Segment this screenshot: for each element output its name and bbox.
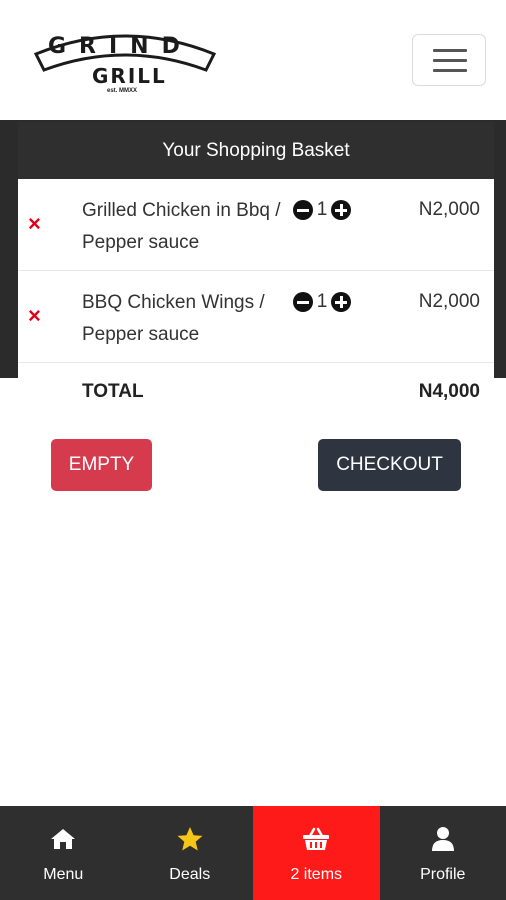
logo-line-2: GRILL: [92, 64, 167, 88]
decrease-quantity-icon[interactable]: [293, 200, 313, 220]
home-icon: [49, 826, 77, 852]
basket-item-row: × Grilled Chicken in Bbq / Pepper sauce …: [18, 179, 494, 271]
hamburger-icon: [433, 49, 467, 52]
nav-item-deals[interactable]: Deals: [127, 806, 254, 900]
basket-item-row: × BBQ Chicken Wings / Pepper sauce 1 N2,…: [18, 271, 494, 363]
basket-total-row: TOTAL N4,000: [18, 363, 494, 423]
decrease-quantity-icon[interactable]: [293, 292, 313, 312]
total-value: N4,000: [418, 381, 480, 402]
item-name: BBQ Chicken Wings / Pepper sauce: [82, 292, 265, 345]
shopping-basket-card: Your Shopping Basket × Grilled Chicken i…: [18, 122, 494, 424]
grind-grill-logo[interactable]: GRIND GRILL est. MMXX: [30, 24, 220, 100]
app-header: GRIND GRILL est. MMXX: [0, 0, 506, 121]
increase-quantity-icon[interactable]: [331, 292, 351, 312]
basket-icon: [301, 826, 331, 852]
nav-label-menu: Menu: [43, 866, 84, 883]
nav-label-profile: Profile: [420, 866, 466, 883]
logo-line-1: GRIND: [48, 34, 193, 59]
hamburger-icon-bar: [433, 69, 467, 72]
hamburger-menu-button[interactable]: [412, 34, 486, 86]
quantity-stepper: 1: [293, 291, 351, 313]
quantity-value: 1: [316, 291, 328, 312]
empty-basket-button[interactable]: EMPTY: [51, 439, 152, 491]
item-price: N2,000: [418, 199, 480, 220]
nav-label-deals: Deals: [169, 866, 211, 883]
bottom-navigation: Menu Deals 2 items Profile: [0, 806, 506, 900]
logo-tagline: est. MMXX: [107, 88, 138, 94]
quantity-value: 1: [316, 199, 328, 220]
item-name: Grilled Chicken in Bbq / Pepper sauce: [82, 200, 281, 253]
nav-label-basket: 2 items: [290, 866, 343, 883]
nav-item-basket[interactable]: 2 items: [253, 806, 380, 900]
user-icon: [431, 826, 455, 852]
total-label: TOTAL: [82, 381, 144, 402]
increase-quantity-icon[interactable]: [331, 200, 351, 220]
nav-item-menu[interactable]: Menu: [0, 806, 127, 900]
checkout-button[interactable]: CHECKOUT: [318, 439, 461, 491]
remove-item-icon[interactable]: ×: [28, 305, 41, 327]
quantity-stepper: 1: [293, 199, 351, 221]
star-icon: [176, 826, 204, 852]
nav-item-profile[interactable]: Profile: [380, 806, 506, 900]
remove-item-icon[interactable]: ×: [28, 213, 41, 235]
hamburger-icon-bar: [433, 59, 467, 62]
item-price: N2,000: [418, 291, 480, 312]
basket-title: Your Shopping Basket: [18, 122, 494, 179]
